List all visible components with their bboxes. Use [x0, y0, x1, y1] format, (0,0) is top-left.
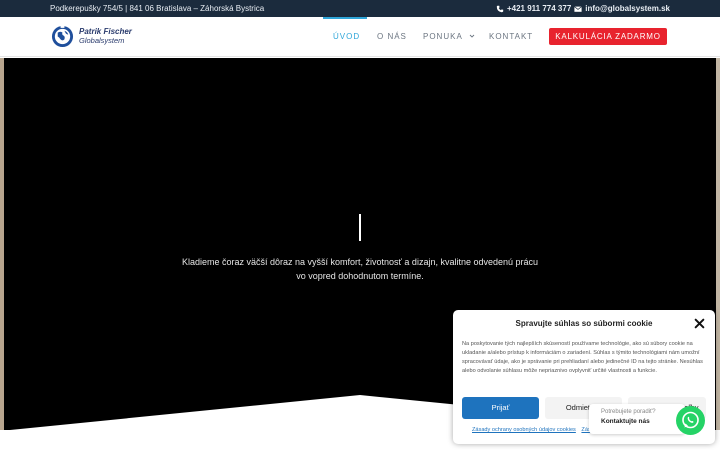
nav-item-ponuka-label: PONUKA [423, 32, 463, 41]
envelope-icon [574, 5, 583, 12]
hero-tagline-line-2: vo vopred dohodnutom termíne. [296, 271, 424, 281]
hero-tagline: Kladieme čoraz väčší dôraz na vyšší komf… [160, 255, 560, 283]
contact-info: +421 911 774 377 info@globalsystem.sk [496, 4, 670, 13]
nav-item-kontakt[interactable]: KONTAKT [489, 32, 533, 41]
chat-prompt-question: Potrebujete poradiť? [601, 409, 656, 415]
chat-prompt-bubble[interactable]: Potrebujete poradiť? Kontaktujte nás [589, 404, 685, 434]
nav-active-indicator [323, 17, 367, 19]
nav-item-uvod[interactable]: ÚVOD [333, 32, 360, 41]
cookie-dialog-links: Zásady ochrany osobných údajov cookies Z… [472, 427, 595, 433]
main-nav: ÚVOD O NÁS PONUKA KONTAKT KALKULÁCIA ZAD… [0, 17, 720, 57]
accept-cookies-button[interactable]: Prijať [462, 397, 539, 419]
cookie-dialog-title: Spravujte súhlas so súbormi cookie [515, 319, 653, 328]
chat-prompt-cta: Kontaktujte nás [601, 418, 650, 425]
nav-item-ponuka[interactable]: PONUKA [423, 32, 475, 41]
address-text: Podkerepušky 754/5 | 841 06 Bratislava –… [50, 4, 265, 13]
whatsapp-chat-button[interactable] [676, 406, 705, 435]
site-header: Patrik Fischer Globalsystem ÚVOD O NÁS P… [0, 17, 720, 57]
free-calculation-button[interactable]: KALKULÁCIA ZADARMO [549, 28, 667, 45]
hero-tagline-line-1: Kladieme čoraz väčší dôraz na vyšší komf… [181, 257, 539, 267]
phone-icon [496, 5, 504, 12]
privacy-policy-link[interactable]: Zásady ochrany osobných údajov cookies [472, 427, 576, 433]
email-link[interactable]: info@globalsystem.sk [585, 4, 670, 13]
nav-item-o-nas[interactable]: O NÁS [377, 32, 407, 41]
close-icon[interactable] [694, 318, 705, 329]
hero-image-edge-right [716, 58, 720, 430]
whatsapp-icon [682, 411, 699, 429]
hero-typing-cursor [359, 214, 361, 241]
phone-link[interactable]: +421 911 774 377 [507, 4, 571, 13]
chevron-down-icon [469, 34, 474, 38]
cookie-dialog-text: Na poskytovanie tých najlepších skúsenos… [462, 341, 703, 374]
top-info-bar: Podkerepušky 754/5 | 841 06 Bratislava –… [0, 0, 720, 17]
